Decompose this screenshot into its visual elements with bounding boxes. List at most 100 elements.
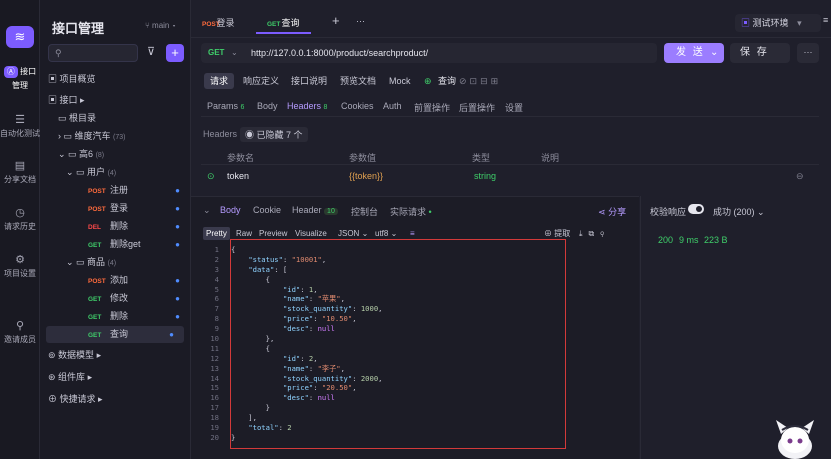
- settings-icon: ⚙: [15, 254, 25, 266]
- tab-response-body[interactable]: Body: [220, 205, 241, 215]
- tree-components[interactable]: ⊛ 组件库 ▸: [48, 369, 198, 386]
- seg-api-doc[interactable]: 接口说明: [285, 73, 333, 89]
- tab-auth[interactable]: Auth: [383, 101, 402, 111]
- tree-folder[interactable]: › ▭ 维度汽车 (73): [58, 128, 208, 145]
- response-tools-icons[interactable]: ⤓⧉⚲: [576, 227, 613, 240]
- app-logo-icon: ≋: [6, 26, 34, 48]
- active-tab-indicator: [256, 32, 311, 34]
- highlight-box: [230, 239, 566, 449]
- tab-post-ops[interactable]: 后置操作: [459, 101, 495, 114]
- header-value-cell[interactable]: {{token}}: [349, 171, 383, 181]
- tree-overview[interactable]: ▣ 项目概览: [48, 71, 198, 88]
- list-item[interactable]: POST 注册 ●: [88, 182, 190, 199]
- rail-item-docs[interactable]: ▤ 分享文档: [0, 159, 40, 185]
- tab-console[interactable]: 控制台: [351, 205, 378, 218]
- col-param-value: 参数值: [349, 153, 377, 163]
- search-input[interactable]: ⚲: [48, 44, 138, 62]
- collapse-icon[interactable]: ⌄: [203, 205, 211, 216]
- list-item[interactable]: GET 修改 ●: [88, 290, 190, 307]
- tab-search[interactable]: GET 查询: [267, 16, 300, 29]
- url-bar[interactable]: GET ⌄ http://127.0.0.1:8000/product/sear…: [201, 43, 657, 63]
- list-item[interactable]: POST 添加 ●: [88, 272, 190, 289]
- tab-body[interactable]: Body: [257, 101, 278, 111]
- divider: [201, 164, 819, 165]
- list-item[interactable]: GET 删除get ●: [88, 236, 190, 253]
- share-button[interactable]: ⋖ 分享: [598, 205, 626, 218]
- chevron-down-icon: ⌄: [231, 48, 238, 57]
- validation-label: 校验响应: [650, 207, 687, 217]
- tab-params[interactable]: Params 6: [207, 101, 244, 111]
- mascot-image: [776, 420, 814, 459]
- divider: [201, 116, 819, 117]
- seg-preview-doc[interactable]: 预览文档: [334, 73, 382, 89]
- tab-bar: POST 登录 GET 查询 + ··· ▣ 测试环境 ▾ ≡: [191, 0, 831, 38]
- more-tabs-icon[interactable]: ···: [356, 16, 365, 26]
- seg-mock[interactable]: Mock: [383, 73, 417, 89]
- app-rail: ≋ Ⓐ 接口管理 ☰ 自动化测试 ▤ 分享文档 ◷ 请求历史 ⚙ 项目设置 ⚲ …: [0, 0, 40, 459]
- list-item[interactable]: DEL 删除 ●: [88, 218, 190, 235]
- seg-response-def[interactable]: 响应定义: [237, 73, 285, 89]
- rail-item-automation[interactable]: ☰ 自动化测试: [0, 113, 40, 139]
- filter-icon[interactable]: ⊽: [147, 45, 155, 58]
- validation-result[interactable]: 成功 (200) ⌄: [713, 205, 765, 218]
- row-enabled-checkbox[interactable]: ⊙: [207, 171, 215, 182]
- new-tab-icon[interactable]: +: [332, 13, 340, 28]
- seg-request[interactable]: 请求: [204, 73, 235, 89]
- search-icon: ⚲: [55, 48, 62, 58]
- list-item[interactable]: POST 登录 ●: [88, 200, 190, 217]
- save-button[interactable]: 保 存: [730, 43, 790, 63]
- method-selector[interactable]: GET: [208, 48, 224, 57]
- more-options-icon[interactable]: ···: [797, 43, 819, 63]
- format-pretty[interactable]: Pretty: [203, 227, 230, 240]
- api-icon: Ⓐ: [3, 66, 18, 78]
- chevron-down-icon[interactable]: ⌄: [710, 43, 718, 63]
- response-size: 223 B: [704, 235, 728, 245]
- env-selector[interactable]: ▣ 测试环境 ▾: [735, 14, 821, 32]
- remove-row-icon[interactable]: ⊖: [796, 171, 804, 182]
- tree-data-model[interactable]: ⊚ 数据模型 ▸: [48, 347, 198, 364]
- hidden-headers-toggle[interactable]: ◉ 已隐藏 7 个: [240, 127, 308, 142]
- tab-cookies[interactable]: Cookies: [341, 101, 374, 111]
- tab-login[interactable]: POST 登录: [202, 16, 235, 29]
- headers-label: Headers: [203, 129, 238, 139]
- eye-icon: ◉: [245, 130, 255, 140]
- col-param-name: 参数名: [227, 153, 255, 163]
- env-icon: ▣: [741, 18, 751, 28]
- tab-settings[interactable]: 设置: [505, 101, 523, 114]
- branch-selector[interactable]: ⑂ main ▾: [145, 21, 176, 30]
- tab-actual-request[interactable]: 实际请求 •: [390, 205, 432, 218]
- rail-item-api[interactable]: Ⓐ 接口管理: [0, 66, 40, 91]
- url-input[interactable]: http://127.0.0.1:8000/product/searchprod…: [251, 48, 428, 58]
- chevron-down-icon: ▾: [797, 18, 802, 28]
- tab-response-header[interactable]: Header 10: [292, 205, 338, 215]
- rail-item-settings[interactable]: ⚙ 项目设置: [0, 253, 40, 279]
- api-sidebar: 接口管理 ⑂ main ▾ ⚲ ⊽ + ▣ 项目概览 ▣ 接口 ▸ ▭ 根目录 …: [40, 0, 191, 459]
- tree-root[interactable]: ▭ 根目录: [58, 110, 208, 127]
- rail-item-history[interactable]: ◷ 请求历史: [0, 206, 40, 232]
- tab-pre-ops[interactable]: 前置操作: [414, 101, 450, 114]
- col-desc: 说明: [541, 153, 560, 163]
- api-action-icons[interactable]: ⊘⊡⊟⊞: [453, 73, 507, 89]
- header-type-cell[interactable]: string: [474, 171, 496, 181]
- share-icon: ⋖: [598, 207, 606, 217]
- tree-quick-request[interactable]: ⊕ 快捷请求 ▸: [48, 391, 198, 408]
- automation-icon: ☰: [15, 114, 25, 126]
- menu-icon[interactable]: ≡: [823, 15, 828, 25]
- tree-folder[interactable]: ⌄ ▭ 高6 (8): [58, 146, 208, 163]
- status-code: 200: [658, 235, 674, 245]
- list-item[interactable]: GET 删除 ●: [88, 308, 190, 325]
- send-button[interactable]: 发 送 ⌄: [664, 43, 724, 63]
- tab-response-cookie[interactable]: Cookie: [253, 205, 281, 215]
- doc-icon: ▤: [14, 160, 26, 172]
- tab-headers[interactable]: Headers 8: [287, 101, 327, 111]
- tree-folder[interactable]: ⌄ ▭ 用户 (4): [66, 164, 216, 181]
- history-icon: ◷: [15, 207, 25, 219]
- col-type: 类型: [472, 153, 491, 163]
- list-item-selected[interactable]: GET 查询 ●: [46, 326, 184, 343]
- validation-toggle[interactable]: [688, 204, 704, 214]
- tree-interface[interactable]: ▣ 接口 ▸: [48, 92, 198, 109]
- header-name-cell[interactable]: token: [227, 171, 249, 181]
- add-button[interactable]: +: [166, 44, 184, 62]
- invite-icon: ⚲: [15, 320, 25, 332]
- rail-item-invite[interactable]: ⚲ 邀请成员: [0, 319, 40, 345]
